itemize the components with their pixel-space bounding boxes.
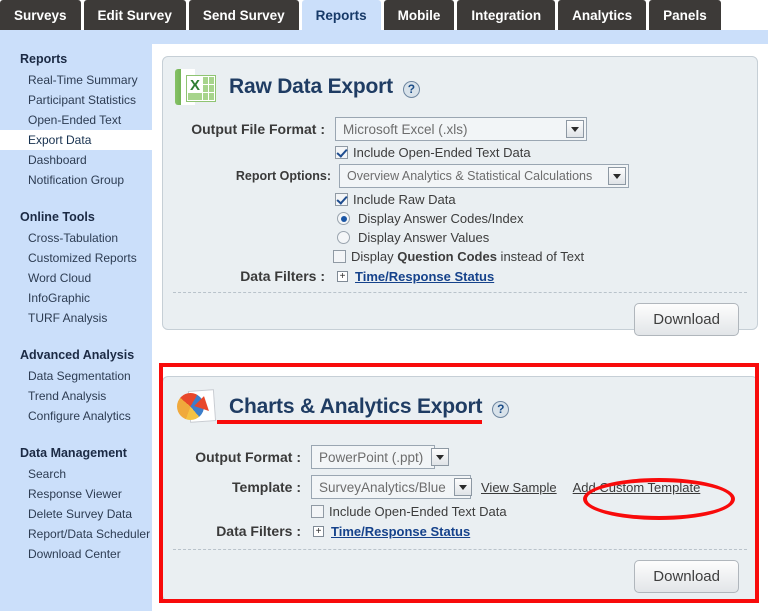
report-options-value: Overview Analytics & Statistical Calcula… [347,169,592,183]
template-value: SurveyAnalytics/Blue [319,480,446,495]
sidebar-group-gap [0,426,152,438]
chevron-down-icon[interactable] [566,120,584,138]
download-button[interactable]: Download [634,303,739,336]
sidebar-item-response-viewer[interactable]: Response Viewer [0,484,152,504]
raw-data-export-header: X Raw Data Export ? [163,57,757,107]
include-open-ended-text-checkbox[interactable] [335,146,348,159]
tab-mobile[interactable]: Mobile [384,0,455,30]
tab-integration[interactable]: Integration [457,0,555,30]
output-format-value: PowerPoint (.ppt) [319,450,423,465]
display-answer-values-radio[interactable] [337,231,350,244]
add-custom-template-link[interactable]: Add Custom Template [573,480,701,495]
sidebar-item-dashboard[interactable]: Dashboard [0,150,152,170]
sidebar-item-delete-survey-data[interactable]: Delete Survey Data [0,504,152,524]
report-options-label: Report Options: [171,169,331,183]
tab-reports[interactable]: Reports [302,0,381,30]
help-icon[interactable]: ? [492,401,509,418]
sidebar-group-title-data-management: Data Management [0,438,152,464]
sidebar-item-turf-analysis[interactable]: TURF Analysis [0,308,152,328]
sidebar-item-report-data-scheduler[interactable]: Report/Data Scheduler [0,524,152,544]
output-file-format-label: Output File Format : [163,121,325,137]
output-file-format-select[interactable]: Microsoft Excel (.xls) [335,117,587,141]
tab-panels[interactable]: Panels [649,0,721,30]
charts-download-button-wrap: Download [163,550,757,593]
sidebar-item-real-time-summary[interactable]: Real-Time Summary [0,70,152,90]
sidebar-item-search[interactable]: Search [0,464,152,484]
display-answer-codes-label: Display Answer Codes/Index [358,211,523,226]
sidebar-item-notification-group[interactable]: Notification Group [0,170,152,190]
raw-download-button-wrap: Download [163,293,757,336]
excel-icon: X [175,67,217,107]
charts-analytics-export-title: Charts & Analytics Export [229,395,482,419]
charts-analytics-export-header: Charts & Analytics Export ? [163,377,757,427]
main-tab-bar: SurveysEdit SurveySend SurveyReportsMobi… [0,0,768,30]
sidebar-item-customized-reports[interactable]: Customized Reports [0,248,152,268]
display-answer-values-label: Display Answer Values [358,230,489,245]
tab-surveys[interactable]: Surveys [0,0,81,30]
data-filters-label: Data Filters : [163,268,325,284]
include-open-ended-text-label: Include Open-Ended Text Data [329,504,507,519]
sidebar-item-trend-analysis[interactable]: Trend Analysis [0,386,152,406]
time-response-status-link[interactable]: Time/Response Status [355,269,494,284]
chevron-down-icon[interactable] [431,448,449,466]
sidebar-item-word-cloud[interactable]: Word Cloud [0,268,152,288]
expand-plus-icon[interactable]: + [337,271,348,282]
time-response-status-link[interactable]: Time/Response Status [331,524,470,539]
include-open-ended-text-label: Include Open-Ended Text Data [353,145,531,160]
sidebar-item-open-ended-text[interactable]: Open-Ended Text [0,110,152,130]
template-select[interactable]: SurveyAnalytics/Blue [311,475,471,499]
sidebar-group-gap [0,190,152,202]
content-area: X Raw Data Export ? Output File Format :… [152,44,768,611]
raw-data-export-panel: X Raw Data Export ? Output File Format :… [162,56,758,330]
download-button[interactable]: Download [634,560,739,593]
display-question-codes-checkbox[interactable] [333,250,346,263]
sidebar-group-title-advanced-analysis: Advanced Analysis [0,340,152,366]
red-underline-annotation [217,420,482,424]
sidebar-item-configure-analytics[interactable]: Configure Analytics [0,406,152,426]
raw-data-export-title: Raw Data Export [229,75,393,99]
tab-send-survey[interactable]: Send Survey [189,0,299,30]
output-format-select[interactable]: PowerPoint (.ppt) [311,445,435,469]
sidebar-item-infographic[interactable]: InfoGraphic [0,288,152,308]
raw-data-export-form: Output File Format : Microsoft Excel (.x… [163,107,757,336]
help-icon[interactable]: ? [403,81,420,98]
chevron-down-icon[interactable] [454,478,472,496]
sidebar-item-cross-tabulation[interactable]: Cross-Tabulation [0,228,152,248]
expand-plus-icon[interactable]: + [313,526,324,537]
sidebar-item-export-data[interactable]: Export Data [0,130,152,150]
charts-analytics-export-form: Output Format : PowerPoint (.ppt) Templa… [163,427,757,593]
report-options-select[interactable]: Overview Analytics & Statistical Calcula… [339,164,629,188]
charts-analytics-export-panel: Charts & Analytics Export ? Output Forma… [162,376,758,601]
sidebar-group-title-reports: Reports [0,44,152,70]
include-raw-data-label: Include Raw Data [353,192,456,207]
page-body: ReportsReal-Time SummaryParticipant Stat… [0,30,768,611]
include-open-ended-text-checkbox[interactable] [311,505,324,518]
sidebar-group-gap [0,328,152,340]
view-sample-link[interactable]: View Sample [481,480,557,495]
tab-analytics[interactable]: Analytics [558,0,646,30]
display-question-codes-label: Display Question Codes instead of Text [351,249,584,264]
chevron-down-icon[interactable] [608,167,626,185]
output-file-format-value: Microsoft Excel (.xls) [343,122,468,137]
output-format-label: Output Format : [163,449,301,465]
sidebar-item-participant-statistics[interactable]: Participant Statistics [0,90,152,110]
template-label: Template : [163,479,301,495]
sidebar-group-title-online-tools: Online Tools [0,202,152,228]
pie-chart-icon [175,387,217,427]
data-filters-label: Data Filters : [163,523,301,539]
display-answer-codes-radio[interactable] [337,212,350,225]
sidebar-item-download-center[interactable]: Download Center [0,544,152,564]
tab-edit-survey[interactable]: Edit Survey [84,0,186,30]
sidebar-item-data-segmentation[interactable]: Data Segmentation [0,366,152,386]
include-raw-data-checkbox[interactable] [335,193,348,206]
left-sidebar: ReportsReal-Time SummaryParticipant Stat… [0,30,152,611]
